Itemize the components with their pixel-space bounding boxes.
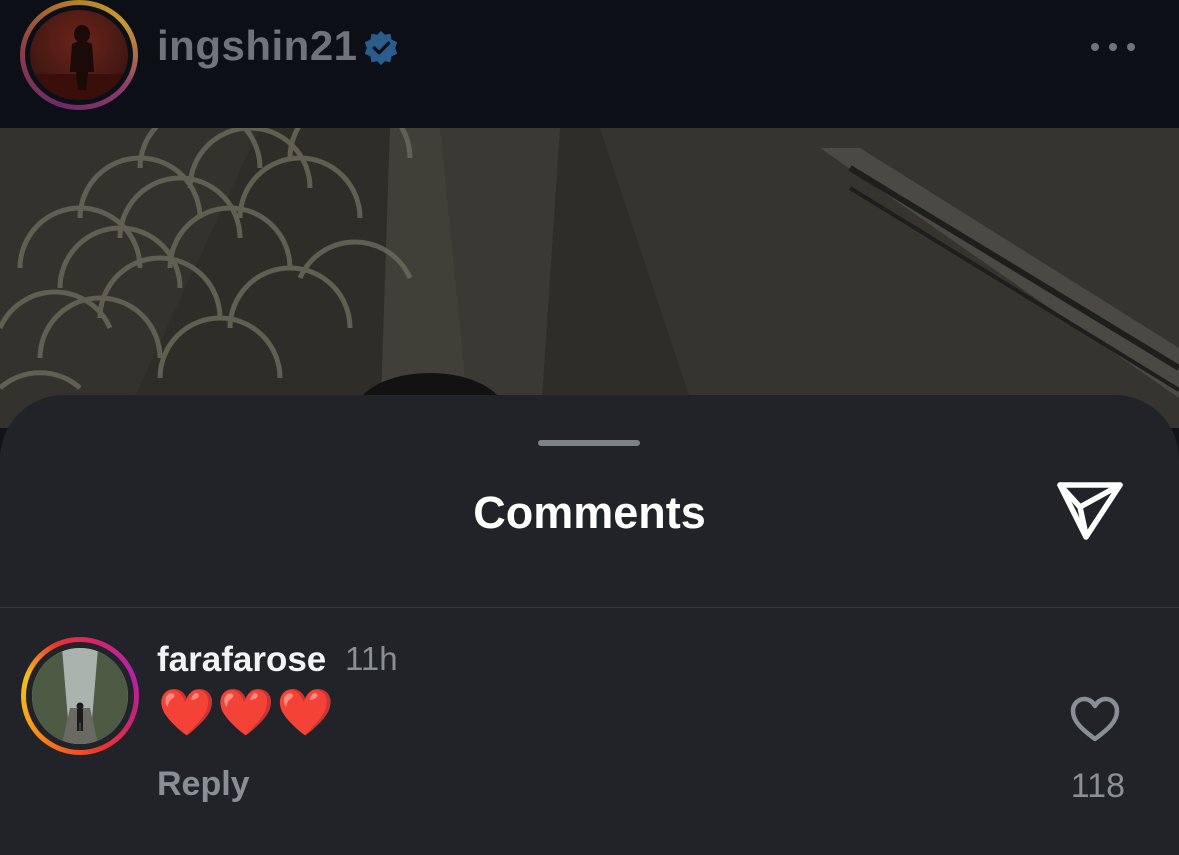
like-count: 118 (1070, 767, 1125, 805)
comment-timestamp: 11h (345, 640, 398, 677)
avatar-image (30, 25, 128, 100)
verified-badge-icon (364, 30, 398, 66)
comments-sheet: Comments farafarose 11h ❤️❤️❤️ Reply 118 (0, 395, 1179, 855)
paper-plane-icon[interactable] (1054, 477, 1126, 543)
post-image (0, 128, 1179, 428)
post-username[interactable]: ingshin21 (157, 22, 358, 70)
heart-outline-icon[interactable] (1069, 695, 1121, 743)
divider (0, 607, 1179, 608)
sheet-drag-handle[interactable] (538, 440, 640, 446)
avatar-image (32, 648, 128, 744)
reply-button[interactable]: Reply (157, 765, 250, 804)
sheet-title: Comments (473, 487, 706, 538)
comment-text: ❤️❤️❤️ (158, 686, 336, 738)
ellipsis-icon[interactable] (1088, 40, 1138, 54)
avatar[interactable] (21, 637, 139, 755)
post-header: ingshin21 (0, 0, 1179, 128)
profile-avatar[interactable] (20, 0, 138, 110)
post-photo (0, 128, 1179, 428)
comment-username[interactable]: farafarose (157, 640, 326, 680)
